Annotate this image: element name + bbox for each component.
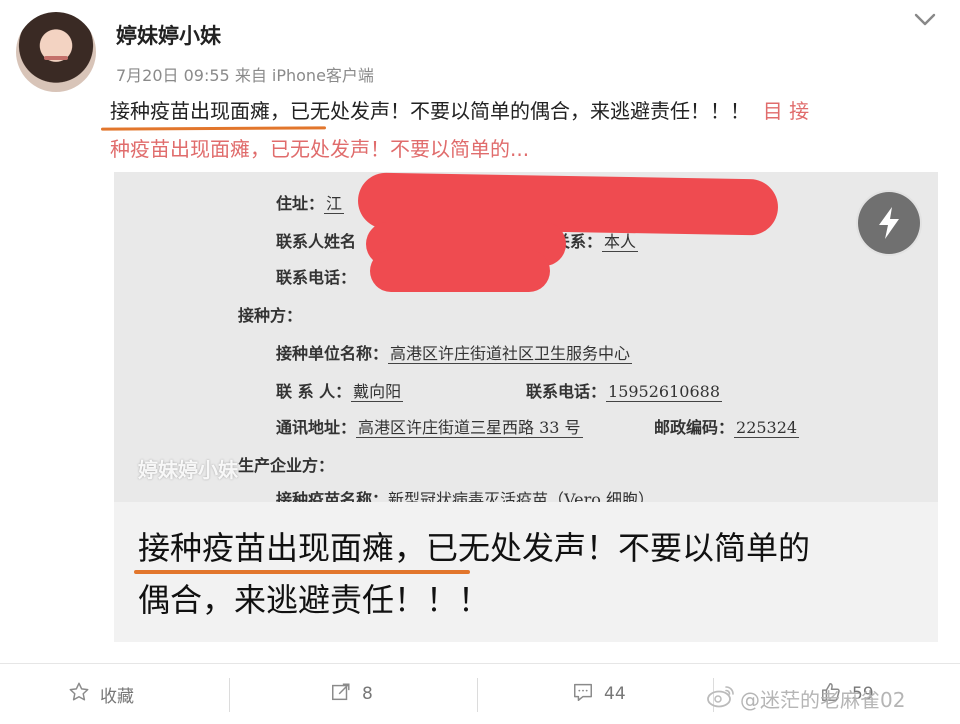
post-meta: 7月20日 09:55 来自 iPhone客户端 — [116, 66, 374, 85]
chevron-down-icon[interactable] — [910, 8, 940, 32]
doc-phone: 联系电话： — [276, 268, 357, 287]
repost-button[interactable]: 8 — [330, 664, 373, 724]
doc-manufacturer: 生产企业方： — [238, 456, 335, 475]
action-bar: 收藏 8 44 59 @迷茫的老麻雀02 — [0, 664, 960, 724]
image-watermark: 婷妹婷小妹 — [138, 458, 238, 482]
doc-contact: 联 系 人： 戴向阳 — [276, 382, 404, 402]
doc-vaccination-party: 接种方： — [238, 306, 303, 325]
weibo-logo-icon — [706, 684, 736, 713]
comment-icon — [572, 681, 594, 708]
redaction-mark — [370, 250, 550, 292]
doc-mail-address: 通讯地址： 高港区许庄街道三星西路 33 号 — [276, 418, 583, 438]
repost-icon — [330, 681, 352, 708]
doc-contact-name: 联系人姓名 — [276, 232, 357, 251]
comment-button[interactable]: 44 — [572, 664, 626, 724]
username[interactable]: 婷妹婷小妹 — [116, 20, 221, 50]
caption-line1: 接种疫苗出现面瘫，已无处发声！不要以简单的 — [138, 529, 811, 567]
star-icon — [68, 681, 90, 708]
full-text-link[interactable]: 目 接 — [763, 99, 809, 123]
repost-count: 8 — [362, 684, 373, 704]
comment-count: 44 — [604, 684, 626, 704]
caption-highlight-underline — [134, 570, 470, 574]
weibo-post: 婷妹婷小妹 7月20日 09:55 来自 iPhone客户端 接种疫苗出现面瘫，… — [0, 0, 960, 724]
document-image[interactable]: 住址：江 联系人姓名 关系： 本人 联系电话： 接种方： 接种单位名称： 高港区许庄… — [114, 172, 938, 502]
doc-unit: 接种单位名称： 高港区许庄街道社区卫生服务中心 — [276, 344, 633, 364]
action-separator — [477, 678, 478, 712]
doc-postcode: 邮政编码： 225324 — [654, 418, 800, 438]
doc-vaccine-name: 接种疫苗名称：新型冠状病毒灭活疫苗（Vero 细胞） — [276, 490, 654, 502]
favorite-label: 收藏 — [100, 686, 134, 707]
video-card[interactable]: 住址：江 联系人姓名 关系： 本人 联系电话： 接种方： 接种单位名称： 高港区许庄… — [114, 172, 938, 642]
avatar[interactable] — [16, 12, 96, 92]
lightning-icon[interactable] — [856, 190, 922, 256]
caption-line2: 偶合，来逃避责任！！！ — [138, 581, 491, 619]
favorite-button[interactable]: 收藏 — [68, 664, 134, 724]
weibo-watermark: @迷茫的老麻雀02 — [706, 684, 905, 713]
post-text-line2[interactable]: 种疫苗出现面瘫，已无处发声！不要以简单的... — [110, 130, 940, 168]
video-caption: 接种疫苗出现面瘫，已无处发声！不要以简单的 偶合，来逃避责任！！！ — [138, 522, 918, 626]
doc-address: 住址：江 — [276, 194, 345, 214]
post-text-line1: 接种疫苗出现面瘫，已无处发声！不要以简单的偶合，来逃避责任！！！ — [110, 99, 750, 123]
watermark-text: @迷茫的老麻雀02 — [740, 688, 906, 712]
post-text: 接种疫苗出现面瘫，已无处发声！不要以简单的偶合，来逃避责任！！！ 目 接 种疫苗… — [110, 92, 940, 168]
action-separator — [229, 678, 230, 712]
doc-contact-phone: 联系电话： 15952610688 — [526, 382, 722, 402]
